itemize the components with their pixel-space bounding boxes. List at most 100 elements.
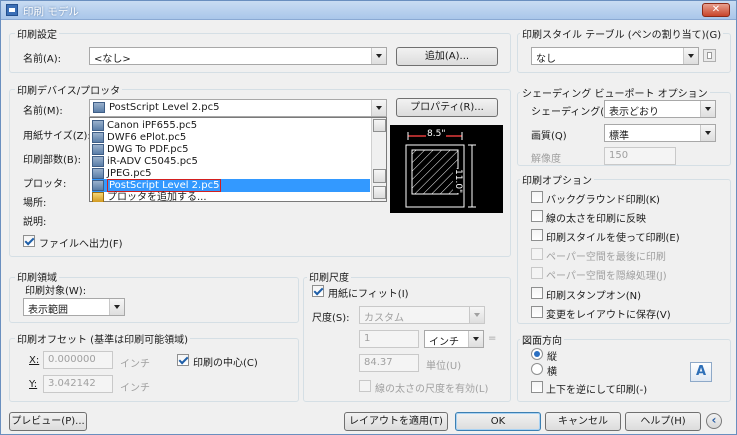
plot-what-value: 表示範囲 (28, 305, 68, 316)
plot-options-title: 印刷オプション (520, 172, 594, 187)
scale-lineweights-checkbox[interactable] (359, 380, 371, 392)
plot-stamp-label[interactable]: 印刷スタンプオン(N) (546, 287, 641, 302)
app-icon (6, 4, 18, 16)
close-button[interactable]: ✕ (702, 3, 730, 17)
dropdown-item-add-plotter[interactable]: プロッタを追加する... (92, 191, 370, 202)
chevron-down-icon[interactable] (700, 125, 715, 141)
quality-select[interactable]: 標準 (604, 124, 716, 142)
save-to-layout-checkbox[interactable] (531, 306, 543, 318)
orientation-title: 図面方向 (520, 332, 564, 347)
plot-offset-title: 印刷オフセット (基準は印刷可能領域) (15, 331, 190, 346)
dpi-input[interactable]: 150 (604, 147, 676, 165)
scroll-down-icon[interactable] (373, 186, 386, 199)
preview-button[interactable]: プレビュー(P)... (9, 412, 87, 431)
printer-icon (92, 168, 104, 179)
scale-lineweights-label[interactable]: 線の太さの尺度を有効(L) (375, 380, 488, 395)
plot-stamp-checkbox[interactable] (531, 287, 543, 299)
ok-button[interactable]: OK (455, 412, 541, 431)
paperspace-last-checkbox[interactable] (531, 248, 543, 260)
plot-lineweights-checkbox[interactable] (531, 210, 543, 222)
chevron-down-icon[interactable] (700, 101, 715, 117)
shade-plot-value: 表示どおり (609, 107, 659, 118)
shade-plot-select[interactable]: 表示どおり (604, 100, 716, 118)
printer-properties-button[interactable]: プロパティ(R)... (396, 98, 498, 117)
portrait-radio[interactable] (531, 348, 543, 360)
paper-size-label: 用紙サイズ(Z): (23, 131, 91, 142)
help-button[interactable]: ヘルプ(H) (625, 412, 701, 431)
add-setup-button[interactable]: 追加(A)... (396, 47, 498, 66)
paperspace-last-label[interactable]: ペーパー空間を最後に印刷 (546, 248, 666, 263)
printer-title: 印刷デバイス/プロッタ (15, 82, 123, 97)
offset-y-label: Y: (29, 379, 38, 390)
fit-to-paper-label[interactable]: 用紙にフィット(I) (328, 285, 409, 300)
setup-name-value: <なし> (94, 54, 131, 65)
hide-paperspace-checkbox[interactable] (531, 267, 543, 279)
offset-x-input[interactable]: 0.000000 (43, 351, 113, 369)
scale-value2-input[interactable]: 84.37 (359, 354, 419, 372)
expand-collapse-icon[interactable]: ‹ (706, 413, 722, 429)
landscape-radio[interactable] (531, 363, 543, 375)
landscape-label[interactable]: 横 (547, 363, 557, 378)
plot-with-styles-checkbox[interactable] (531, 229, 543, 241)
plot-what-select[interactable]: 表示範囲 (23, 298, 125, 316)
offset-y-unit: インチ (120, 383, 150, 394)
hide-paperspace-label[interactable]: ペーパー空間を隠線処理(J) (546, 267, 667, 282)
upside-down-checkbox[interactable] (531, 381, 543, 393)
scale-unit-select[interactable]: インチ (424, 330, 484, 348)
center-plot-checkbox[interactable] (177, 354, 189, 366)
window-title: 印刷 モデル (23, 6, 79, 18)
print-to-file-label[interactable]: ファイルへ出力(F) (39, 235, 123, 250)
chevron-down-icon[interactable] (468, 331, 483, 347)
scale-unit-value: インチ (429, 337, 459, 348)
chevron-down-icon[interactable] (683, 48, 698, 64)
plot-style-value: なし (536, 54, 556, 65)
orientation-preview-icon: A (690, 362, 712, 382)
printer-name-select[interactable]: PostScript Level 2.pc5 (89, 99, 387, 117)
cancel-button[interactable]: キャンセル (545, 412, 621, 431)
fit-to-paper-checkbox[interactable] (312, 285, 324, 297)
plot-lineweights-label[interactable]: 線の太さを印刷に反映 (546, 210, 646, 225)
upside-down-label[interactable]: 上下を逆にして印刷(-) (546, 381, 647, 396)
portrait-label[interactable]: 縦 (547, 348, 557, 363)
plot-style-title: 印刷スタイル テーブル (ペンの割り当て)(G) (520, 26, 724, 41)
center-plot-label[interactable]: 印刷の中心(C) (193, 354, 258, 369)
scroll-up-icon[interactable] (373, 119, 386, 132)
printer-dropdown-list[interactable]: Canon iPF655.pc5 DWF6 ePlot.pc5 DWG To P… (89, 117, 387, 202)
units-label: 単位(U) (426, 361, 462, 372)
paper-width-label: 8.5" (426, 129, 447, 139)
plotter-label: プロッタ: (23, 179, 67, 190)
equals-sign: = (488, 333, 497, 344)
background-plot-checkbox[interactable] (531, 191, 543, 203)
printer-icon (92, 132, 104, 143)
apply-layout-button[interactable]: レイアウトを適用(T) (344, 412, 448, 431)
dpi-label: 解像度 (531, 154, 561, 165)
quality-value: 標準 (609, 131, 629, 142)
plot-what-label: 印刷対象(W): (25, 286, 87, 297)
printer-name-label: 名前(M): (23, 106, 63, 117)
quality-label: 画質(Q) (531, 131, 567, 142)
chevron-down-icon[interactable] (469, 307, 484, 323)
dropdown-scrollbar[interactable] (371, 118, 386, 201)
printer-icon (92, 180, 104, 191)
printer-icon (93, 102, 105, 113)
setup-name-select[interactable]: <なし> (89, 47, 387, 65)
add-plotter-icon (92, 192, 104, 202)
chevron-down-icon[interactable] (371, 100, 386, 116)
chevron-down-icon[interactable] (109, 299, 124, 315)
plot-scale-title: 印刷尺度 (307, 269, 351, 284)
save-to-layout-label[interactable]: 変更をレイアウトに保存(V) (546, 306, 671, 321)
scale-select[interactable]: カスタム (359, 306, 485, 324)
offset-x-label: X: (29, 355, 40, 366)
print-to-file-checkbox[interactable] (23, 235, 35, 247)
edit-style-icon[interactable] (703, 49, 716, 62)
plot-style-select[interactable]: なし (531, 47, 699, 65)
scroll-thumb[interactable] (373, 169, 386, 183)
background-plot-label[interactable]: バックグラウンド印刷(K) (546, 191, 660, 206)
chevron-down-icon[interactable] (371, 48, 386, 64)
offset-y-input[interactable]: 3.042142 (43, 375, 113, 393)
page-setup-title: 印刷設定 (15, 26, 59, 41)
plot-with-styles-label[interactable]: 印刷スタイルを使って印刷(E) (546, 229, 680, 244)
scale-value1-input[interactable]: 1 (359, 330, 419, 348)
copies-label: 印刷部数(B): (23, 155, 82, 166)
scale-label: 尺度(S): (312, 313, 350, 324)
